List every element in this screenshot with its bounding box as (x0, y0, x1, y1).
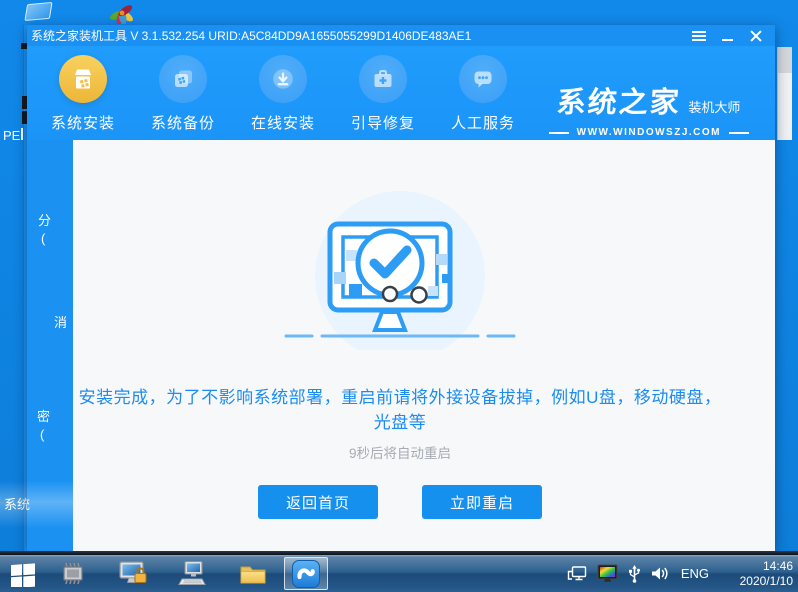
windows-start-icon (11, 562, 35, 587)
volume-icon[interactable] (650, 565, 669, 582)
display-color-icon[interactable] (597, 564, 619, 583)
bg-fragment-pe: PE (3, 128, 21, 143)
taskbar-clock[interactable]: 14:46 2020/1/10 (721, 559, 793, 589)
clock-date: 2020/1/10 (739, 573, 793, 588)
brand-name: 系统之家 (555, 87, 683, 119)
taskbar: ENG 14:46 2020/1/10 (0, 555, 798, 592)
install-complete-illustration (284, 191, 516, 350)
taskbar-computer-icon[interactable] (176, 558, 210, 590)
nav-label: 引导修复 (350, 115, 415, 132)
install-complete-message: 安装完成，为了不影响系统部署，重启前请将外接设备拔掉，例如U盘，移动硬盘，光盘等 (78, 388, 722, 432)
taskbar-locked-display-icon[interactable] (116, 558, 150, 590)
backup-windows-icon (175, 70, 192, 87)
nav-label: 系统备份 (150, 115, 215, 132)
system-tray: ENG 14:46 2020/1/10 (566, 559, 798, 589)
desktop-flower-app-icon[interactable] (107, 0, 137, 24)
bg-fragment-bar (21, 128, 23, 140)
install-box-icon (75, 69, 91, 89)
language-indicator[interactable]: ENG (681, 566, 709, 581)
nav-item-support[interactable]: 人工服务 (433, 46, 533, 140)
background-scrollbar[interactable] (777, 47, 792, 140)
restart-now-button[interactable]: 立即重启 (422, 485, 542, 519)
logo-dash-left (548, 131, 569, 134)
close-icon[interactable] (750, 29, 762, 42)
nav-item-system-backup[interactable]: 系统备份 (133, 46, 233, 140)
network-icon[interactable] (566, 565, 588, 582)
content-panel: 安装完成，为了不影响系统部署，重启前请将外接设备拔掉，例如U盘，移动硬盘，光盘等… (73, 140, 775, 551)
desktop-glass-pane-icon[interactable] (24, 1, 53, 22)
installer-window: 系统之家装机工具 V 3.1.532.254 URID:A5C84DD9A165… (27, 25, 775, 551)
online-download-icon (273, 69, 293, 89)
logo-dash-right (729, 131, 749, 134)
taskbar-folder-icon[interactable] (236, 558, 270, 590)
support-chat-icon (474, 71, 492, 88)
installer-app-icon (292, 559, 320, 588)
boot-repair-icon (374, 70, 392, 87)
restart-countdown: 9秒后将自动重启 (348, 446, 451, 461)
nav-item-online-install[interactable]: 在线安装 (233, 46, 333, 140)
title-bar: 系统之家装机工具 V 3.1.532.254 URID:A5C84DD9A165… (27, 25, 775, 46)
minimize-icon[interactable] (721, 30, 735, 42)
window-title: 系统之家装机工具 V 3.1.532.254 URID:A5C84DD9A165… (31, 29, 472, 43)
clock-time: 14:46 (762, 558, 793, 573)
nav-label: 人工服务 (450, 115, 515, 132)
back-home-button[interactable]: 返回首页 (258, 485, 378, 519)
brand-website: WWW.WINDOWSZJ.COM (576, 127, 721, 138)
brand-subtitle: 装机大师 (688, 100, 741, 115)
usb-icon[interactable] (628, 564, 641, 584)
nav-bar: 系统安装 系统备份 在线安装 引导修复 人工服务 系统之家 装机大师 WWW.W… (27, 46, 775, 140)
nav-item-boot-repair[interactable]: 引导修复 (333, 46, 433, 140)
menu-icon[interactable] (692, 30, 706, 42)
nav-label: 系统安装 (50, 115, 115, 132)
nav-item-system-install[interactable]: 系统安装 (33, 46, 133, 140)
brand-logo: 系统之家 装机大师 WWW.WINDOWSZJ.COM (548, 79, 749, 138)
taskbar-installer-active[interactable] (284, 557, 328, 590)
start-button[interactable] (0, 555, 46, 592)
taskbar-memory-chip-icon[interactable] (56, 558, 90, 590)
nav-label: 在线安装 (250, 115, 315, 132)
